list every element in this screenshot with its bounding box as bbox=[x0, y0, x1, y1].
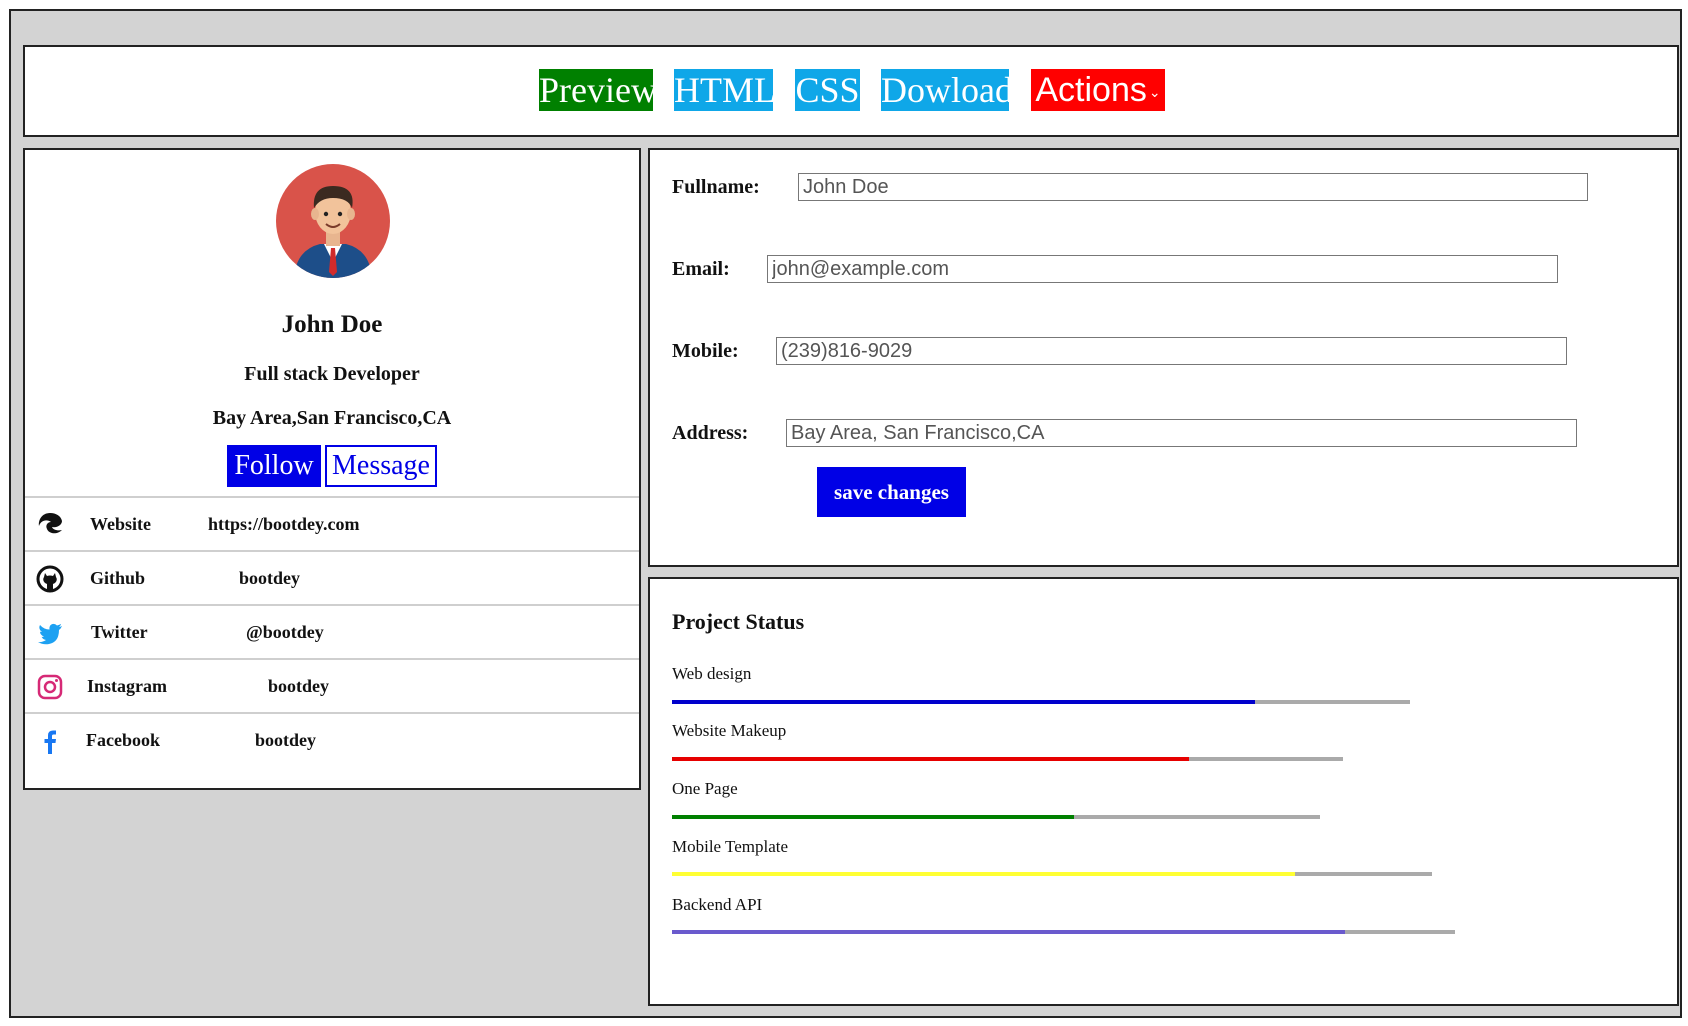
progress-bar bbox=[672, 757, 1343, 761]
social-row-twitter: Twitter @bootdey bbox=[25, 604, 639, 658]
project-label: One Page bbox=[672, 779, 738, 798]
profile-name: John Doe bbox=[281, 311, 383, 338]
social-value: bootdey bbox=[239, 568, 301, 588]
social-label: Website bbox=[90, 514, 151, 534]
avatar bbox=[276, 164, 390, 278]
edge-icon bbox=[38, 513, 62, 534]
progress-fill bbox=[672, 700, 1256, 704]
profile-form: Fullname: Email: Mobile: Address: save c… bbox=[648, 148, 1679, 567]
profile-card: John Doe Full stack Developer Bay Area,S… bbox=[23, 148, 641, 790]
progress-bar bbox=[672, 815, 1320, 819]
social-value-link[interactable]: https://bootdey.com bbox=[208, 514, 360, 535]
progress-fill bbox=[672, 815, 1074, 819]
email-input[interactable] bbox=[767, 255, 1558, 283]
social-row-instagram: Instagram bootdey bbox=[25, 658, 639, 712]
social-value: bootdey bbox=[268, 676, 330, 696]
chevron-down-icon: ⌄ bbox=[1148, 84, 1161, 101]
actions-label: Actions bbox=[1035, 71, 1147, 109]
instagram-icon bbox=[37, 674, 63, 700]
save-changes-button[interactable]: save changes bbox=[817, 467, 966, 517]
social-value: @bootdey bbox=[246, 622, 324, 642]
project-label: Mobile Template bbox=[672, 837, 789, 856]
social-row-facebook: Facebook bootdey bbox=[25, 712, 639, 766]
preview-button[interactable]: Preview bbox=[539, 69, 657, 111]
address-label: Address: bbox=[672, 422, 749, 444]
progress-bar bbox=[672, 700, 1410, 704]
social-row-website: Website https://bootdey.com bbox=[25, 496, 639, 550]
project-label: Website Makeup bbox=[672, 721, 787, 740]
social-value: bootdey bbox=[255, 730, 317, 750]
social-label: Twitter bbox=[91, 622, 148, 642]
fullname-input[interactable] bbox=[798, 173, 1588, 201]
profile-role: Full stack Developer bbox=[244, 363, 420, 385]
twitter-icon bbox=[38, 623, 62, 645]
profile-location: Bay Area,San Francisco,CA bbox=[212, 407, 452, 429]
project-status-title: Project Status bbox=[672, 609, 805, 634]
fullname-label: Fullname: bbox=[672, 176, 760, 198]
toolbar: Preview HTML CSS Dowload Actions ⌄ bbox=[23, 45, 1679, 137]
css-button[interactable]: CSS bbox=[795, 69, 860, 111]
github-icon bbox=[36, 565, 64, 593]
social-row-github: Github bootdey bbox=[25, 550, 639, 604]
facebook-icon bbox=[44, 730, 56, 754]
html-button[interactable]: HTML bbox=[674, 69, 776, 111]
download-button[interactable]: Dowload bbox=[881, 69, 1013, 111]
email-label: Email: bbox=[672, 258, 730, 280]
progress-fill bbox=[672, 872, 1296, 876]
actions-dropdown[interactable]: Actions ⌄ bbox=[1031, 69, 1165, 111]
project-label: Backend API bbox=[672, 895, 763, 914]
project-status-card: Project Status Web design Website Makeup… bbox=[648, 577, 1679, 1006]
follow-button[interactable]: Follow bbox=[227, 445, 321, 487]
social-label: Instagram bbox=[87, 676, 167, 696]
mobile-label: Mobile: bbox=[672, 340, 739, 362]
project-label: Web design bbox=[672, 664, 752, 683]
progress-bar bbox=[672, 930, 1455, 934]
progress-fill bbox=[672, 930, 1346, 934]
address-input[interactable] bbox=[786, 419, 1577, 447]
social-label: Facebook bbox=[86, 730, 160, 750]
mobile-input[interactable] bbox=[776, 337, 1567, 365]
social-label: Github bbox=[90, 568, 146, 588]
message-button[interactable]: Message bbox=[325, 445, 437, 487]
progress-bar bbox=[672, 872, 1432, 876]
progress-fill bbox=[672, 757, 1189, 761]
